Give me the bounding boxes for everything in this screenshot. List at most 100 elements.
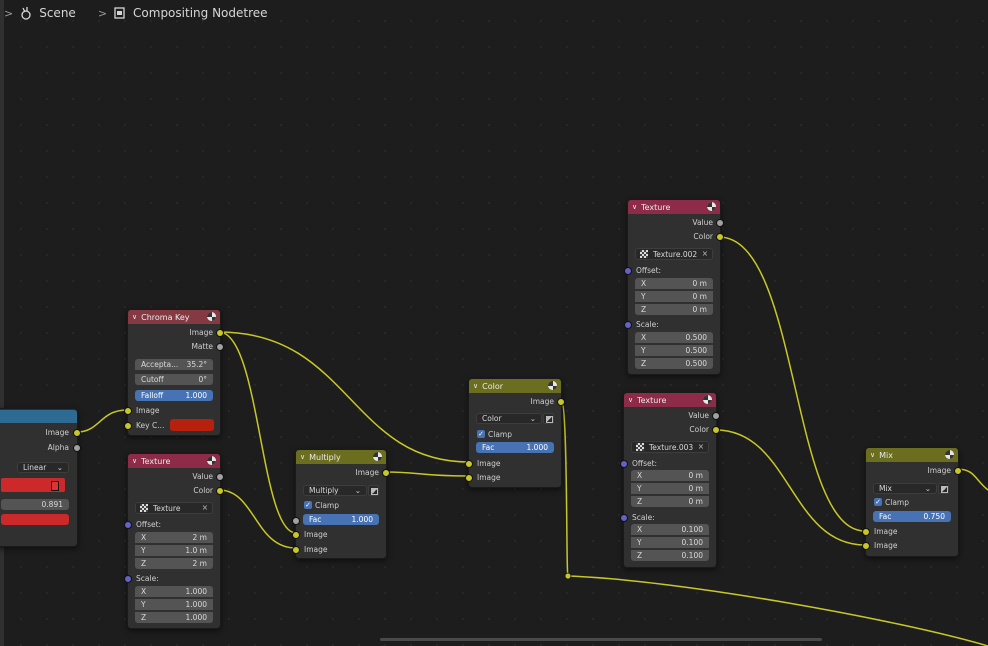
interpolation-dropdown[interactable]: Linear ⌄ xyxy=(17,462,69,473)
offset-x-field[interactable]: X 2 m xyxy=(135,532,213,543)
offset-z-field[interactable]: Z 0 m xyxy=(631,496,709,507)
output-socket-color[interactable] xyxy=(716,233,724,241)
input-socket-offset[interactable] xyxy=(624,267,632,275)
preview-toggle-icon[interactable] xyxy=(945,450,954,459)
scale-x-field[interactable]: X 0.500 xyxy=(635,332,713,343)
input-socket-scale[interactable] xyxy=(620,514,628,522)
input-socket-offset[interactable] xyxy=(620,460,628,468)
color-swatch[interactable] xyxy=(1,514,69,525)
color-mix-node[interactable]: ∨ Color Image Color ⌄ ✓ Clamp Fac 1.000 … xyxy=(465,378,565,488)
cutoff-field[interactable]: Cutoff 0° xyxy=(135,374,213,385)
input-socket-fac[interactable] xyxy=(292,517,300,525)
node-header[interactable]: ∨ Color xyxy=(469,379,561,393)
scale-z-field[interactable]: Z 1.000 xyxy=(135,612,213,623)
close-icon[interactable]: × xyxy=(702,249,708,258)
key-color-swatch[interactable] xyxy=(170,419,214,431)
close-icon[interactable]: × xyxy=(202,503,208,512)
output-socket-image[interactable] xyxy=(216,329,224,337)
preview-toggle-icon[interactable] xyxy=(207,456,216,465)
clamp-checkbox[interactable]: ✓ xyxy=(874,498,882,506)
close-icon[interactable]: × xyxy=(698,442,704,451)
input-socket-image-2[interactable] xyxy=(292,546,300,554)
breadcrumb-nodetree[interactable]: Compositing Nodetree xyxy=(133,6,268,20)
output-socket-image[interactable] xyxy=(557,398,565,406)
node-header[interactable]: ∨ Mix xyxy=(866,448,958,462)
preview-toggle-icon[interactable] xyxy=(373,452,382,461)
texture-selector[interactable]: Texture.003 × xyxy=(631,441,709,453)
scale-y-field[interactable]: Y 0.100 xyxy=(631,537,709,548)
preview-toggle-icon[interactable] xyxy=(207,312,216,321)
node-header[interactable]: ∨ Multiply xyxy=(296,450,386,464)
output-socket-value[interactable] xyxy=(712,412,720,420)
output-socket-image[interactable] xyxy=(73,429,81,437)
clamp-checkbox[interactable]: ✓ xyxy=(477,430,485,438)
input-socket-key-color[interactable] xyxy=(124,422,132,430)
horizontal-scrollbar[interactable] xyxy=(380,638,822,641)
scale-z-field[interactable]: Z 0.100 xyxy=(631,550,709,561)
offset-z-field[interactable]: Z 0 m xyxy=(635,304,713,315)
chevron-down-icon[interactable]: ∨ xyxy=(870,451,875,459)
input-socket-offset[interactable] xyxy=(124,521,132,529)
offset-z-field[interactable]: Z 2 m xyxy=(135,558,213,569)
chevron-down-icon[interactable]: ∨ xyxy=(132,313,137,321)
offset-y-field[interactable]: Y 0 m xyxy=(631,483,709,494)
input-socket-image[interactable] xyxy=(124,407,132,415)
use-alpha-icon[interactable] xyxy=(543,413,554,424)
texture-selector[interactable]: Texture.002 × xyxy=(635,248,713,260)
output-socket-matte[interactable] xyxy=(216,343,224,351)
use-alpha-icon[interactable] xyxy=(368,485,379,496)
offset-y-field[interactable]: Y 1.0 m xyxy=(135,545,213,556)
input-socket-scale[interactable] xyxy=(124,575,132,583)
texture-node[interactable]: ∨ Texture Value Color Texture × Offset: … xyxy=(124,453,224,629)
output-socket-value[interactable] xyxy=(716,219,724,227)
falloff-field[interactable]: Falloff 1.000 xyxy=(135,390,213,401)
clamp-checkbox[interactable]: ✓ xyxy=(304,501,312,509)
blend-type-dropdown[interactable]: Color ⌄ xyxy=(476,413,542,424)
offset-x-field[interactable]: X 0 m xyxy=(631,470,709,481)
preview-toggle-icon[interactable] xyxy=(548,381,557,390)
scale-y-field[interactable]: Y 1.000 xyxy=(135,599,213,610)
input-socket-image-2[interactable] xyxy=(862,542,870,550)
blend-type-dropdown[interactable]: Mix ⌄ xyxy=(873,483,937,494)
scale-z-field[interactable]: Z 0.500 xyxy=(635,358,713,369)
output-socket-alpha[interactable] xyxy=(73,444,81,452)
multiply-node[interactable]: ∨ Multiply Image Multiply ⌄ ✓ Clamp Fac … xyxy=(292,449,390,559)
output-socket-color[interactable] xyxy=(216,487,224,495)
node-header[interactable]: ∨ Texture xyxy=(624,393,716,407)
scale-x-field[interactable]: X 1.000 xyxy=(135,586,213,597)
position-field[interactable]: 0.891 xyxy=(1,499,69,510)
chroma-key-node[interactable]: ∨ Chroma Key Image Matte Accepta... 35.2… xyxy=(124,309,224,436)
chevron-down-icon[interactable]: ∨ xyxy=(632,203,637,211)
input-socket-image-1[interactable] xyxy=(292,531,300,539)
preview-toggle-icon[interactable] xyxy=(707,202,716,211)
scale-x-field[interactable]: X 0.100 xyxy=(631,524,709,535)
ramp-stop-handle[interactable] xyxy=(51,481,59,491)
node-header[interactable]: ∨ Texture xyxy=(628,200,720,214)
acceptance-field[interactable]: Accepta... 35.2° xyxy=(135,359,213,370)
offset-x-field[interactable]: X 0 m xyxy=(635,278,713,289)
use-alpha-icon[interactable] xyxy=(938,483,949,494)
input-socket-image-2[interactable] xyxy=(465,474,473,482)
texture-node-002[interactable]: ∨ Texture Value Color Texture.002 × Offs… xyxy=(624,199,724,375)
output-socket-image[interactable] xyxy=(382,469,390,477)
scale-y-field[interactable]: Y 0.500 xyxy=(635,345,713,356)
node-header[interactable]: ∨ Texture xyxy=(128,454,220,468)
fac-field[interactable]: Fac 1.000 xyxy=(476,442,554,453)
output-socket-color[interactable] xyxy=(712,426,720,434)
fac-field[interactable]: Fac 1.000 xyxy=(303,514,379,525)
input-socket-scale[interactable] xyxy=(624,321,632,329)
blend-type-dropdown[interactable]: Multiply ⌄ xyxy=(303,485,367,496)
preview-toggle-icon[interactable] xyxy=(703,395,712,404)
chevron-down-icon[interactable]: ∨ xyxy=(132,457,137,465)
output-socket-image[interactable] xyxy=(954,467,962,475)
partial-node-left[interactable]: Image Alpha Linear ⌄ 0.891 xyxy=(0,408,81,547)
offset-y-field[interactable]: Y 0 m xyxy=(635,291,713,302)
chevron-down-icon[interactable]: ∨ xyxy=(473,382,478,390)
mix-node[interactable]: ∨ Mix Image Mix ⌄ ✓ Clamp Fac 0.750 Imag… xyxy=(862,447,962,557)
fac-field[interactable]: Fac 0.750 xyxy=(873,511,951,522)
breadcrumb-scene[interactable]: Scene xyxy=(39,6,76,20)
chevron-down-icon[interactable]: ∨ xyxy=(628,396,633,404)
node-header[interactable]: ∨ Chroma Key xyxy=(128,310,220,324)
input-socket-image-1[interactable] xyxy=(465,460,473,468)
input-socket-image-1[interactable] xyxy=(862,528,870,536)
